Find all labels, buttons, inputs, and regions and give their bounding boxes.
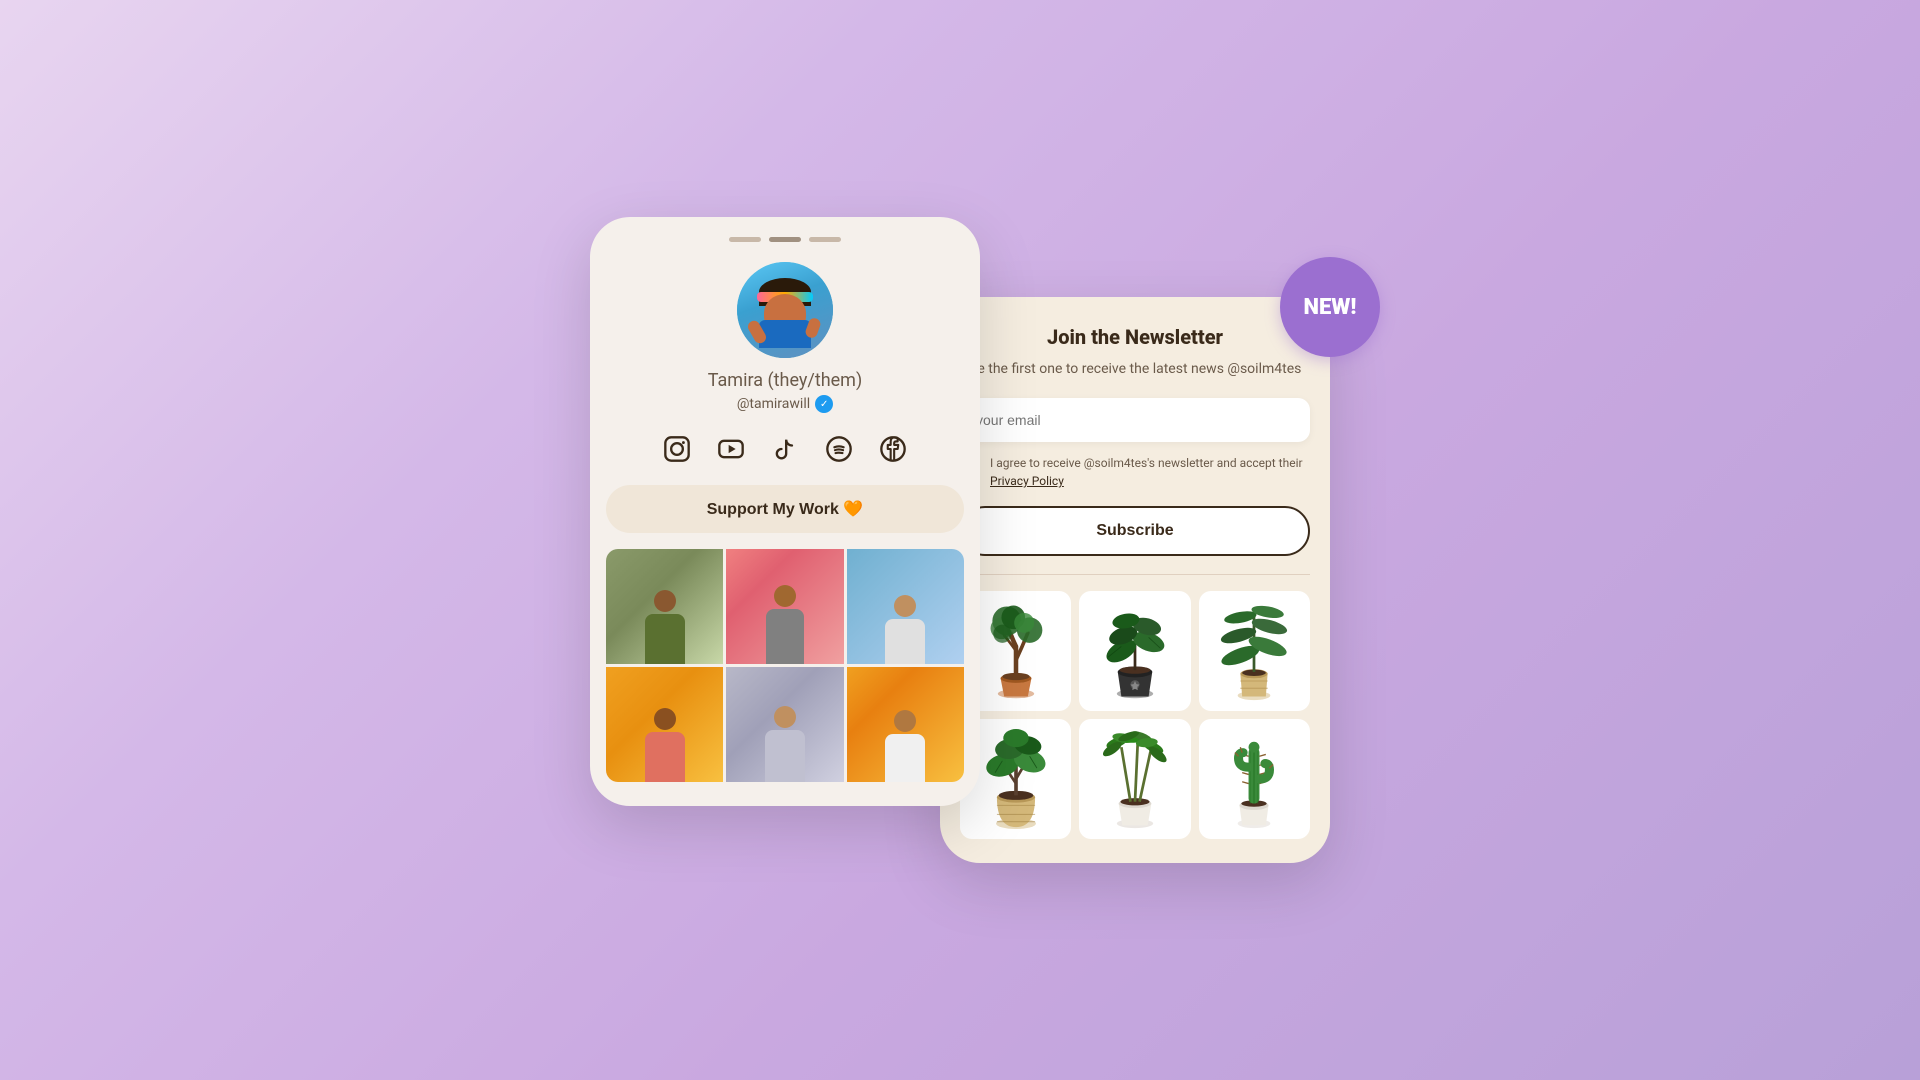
photo-head [654,590,676,612]
support-button[interactable]: Support My Work 🧡 [606,485,964,533]
divider [960,574,1310,575]
profile-name: Tamira (they/them) [606,370,964,391]
notch-pill-2 [769,237,801,242]
youtube-svg [717,435,745,463]
photo-person-6 [885,710,925,782]
facebook-svg [879,435,907,463]
plant-grid [960,591,1310,839]
photo-cell-5[interactable] [726,667,843,782]
spotify-svg [825,435,853,463]
newsletter-description: Be the first one to receive the latest n… [960,359,1310,380]
youtube-icon[interactable] [713,431,749,467]
plant-cell-2[interactable] [1079,591,1190,711]
plant-cell-3[interactable] [1199,591,1310,711]
notch-pill-3 [809,237,841,242]
phone-notch [606,237,964,242]
photo-body-4 [645,732,685,782]
photo-body-6 [885,734,925,782]
plant-tall-svg [1219,601,1289,701]
photo-body-2 [766,609,804,664]
handle-text: @tamirawill [737,396,810,412]
plant-cell-6[interactable] [1199,719,1310,839]
verified-badge: ✓ [815,395,833,413]
photo-head-4 [654,708,676,730]
spotify-icon[interactable] [821,431,857,467]
subscribe-button[interactable]: Subscribe [960,506,1310,556]
photo-head-2 [774,585,796,607]
plant-fiddle-svg [981,729,1051,829]
photo-person-2 [766,585,804,664]
photo-person-3 [885,595,925,664]
instagram-svg [663,435,691,463]
left-phone: Tamira (they/them) @tamirawill ✓ [590,217,980,806]
profile-handle: @tamirawill ✓ [606,395,964,413]
plant-rubber-svg [1100,601,1170,701]
profile-pronouns: (they/them) [767,370,862,391]
avatar [737,262,833,358]
tiktok-icon[interactable] [767,431,803,467]
instagram-icon[interactable] [659,431,695,467]
social-icons [606,431,964,467]
photo-person-4 [645,708,685,782]
photo-cell-1[interactable] [606,549,723,664]
plant-cactus-svg [1219,729,1289,829]
support-button-label: Support My Work 🧡 [707,499,864,519]
facebook-icon[interactable] [875,431,911,467]
photo-head-6 [894,710,916,732]
profile-first-name: Tamira [708,370,763,391]
photo-person-5 [765,706,805,782]
tiktok-svg [771,435,799,463]
consent-text-content: I agree to receive @soilm4tes's newslett… [990,456,1303,470]
photo-grid [606,549,964,782]
newsletter-title: Join the Newsletter [960,325,1310,349]
photo-cell-3[interactable] [847,549,964,664]
new-badge: NEW! [1280,257,1380,357]
photo-cell-4[interactable] [606,667,723,782]
avatar-shirt [759,320,811,348]
consent-row: I agree to receive @soilm4tes's newslett… [960,454,1310,490]
photo-cell-6[interactable] [847,667,964,782]
subscribe-label: Subscribe [1096,522,1173,539]
photo-body [645,614,685,664]
avatar-face [757,278,813,348]
notch-pill-1 [729,237,761,242]
email-input[interactable] [960,398,1310,442]
newsletter-section: Join the Newsletter Be the first one to … [960,325,1310,574]
phones-container: Tamira (they/them) @tamirawill ✓ [590,217,1330,863]
plant-cell-5[interactable] [1079,719,1190,839]
consent-text: I agree to receive @soilm4tes's newslett… [990,454,1306,490]
photo-person-1 [645,590,685,664]
photo-body-5 [765,730,805,782]
new-badge-label: NEW! [1304,295,1357,320]
plant-bonsai-svg [981,601,1051,701]
photo-cell-2[interactable] [726,549,843,664]
photo-head-5 [774,706,796,728]
plant-dracaena-svg [1100,729,1170,829]
photo-body-3 [885,619,925,664]
photo-head-3 [894,595,916,617]
right-phone: NEW! Join the Newsletter Be the first on… [940,297,1330,863]
privacy-policy-link[interactable]: Privacy Policy [990,474,1064,488]
